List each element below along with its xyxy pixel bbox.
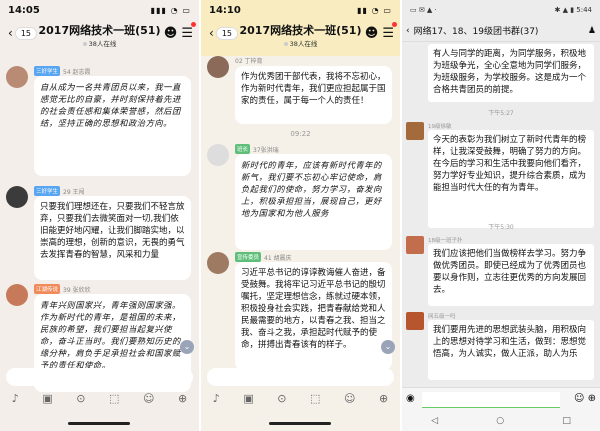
member-tag: 三好学生 (34, 186, 61, 196)
message-bubble[interactable]: 有人与同学的距离，为同学服务，积极地为班级争光，全心全意地为同学们服务，为班级服… (428, 44, 594, 102)
message-bubble[interactable]: 习近平总书记的谆谆教诲催人奋进，备受鼓舞。我将牢记习近平总书记的殷切嘱托，坚定理… (235, 262, 392, 370)
message-item: 网五级一吗 我们要用先进的思想武装头脑，用积极向上的思想对待学习和生活，做到：思… (406, 312, 594, 380)
status-icons: ▮▮▮ ◔ ▭ (150, 5, 191, 15)
message-item: 18级一班子扑 我们应该把他们当做榜样去学习。努力争做优秀团员。即使已经成为了优… (406, 236, 594, 308)
avatar[interactable] (207, 252, 229, 274)
avatar[interactable] (6, 284, 28, 306)
message-bubble[interactable]: 今天的表彰为我们树立了新时代青年的榜样，让我深受鼓舞，明确了努力的方向。在今后的… (428, 130, 594, 228)
red-packet-icon[interactable]: ⬚ (310, 392, 320, 405)
status-bar: 14:05 ▮▮▮ ◔ ▭ (0, 0, 199, 20)
status-bar: ▭ ✉ ▲ · ✱ ▲ ▮ 5:44 (402, 0, 600, 20)
status-right-icons: ✱ ▲ ▮ 5:44 (554, 6, 593, 14)
online-count: 38人在线 (289, 40, 318, 48)
notification-dot (191, 22, 196, 27)
message-item: 有人与同学的距离，为同学服务，积极地为班级争光，全心全意地为同学们服务，为班级服… (406, 44, 594, 104)
status-time: 14:05 (8, 4, 40, 16)
message-input[interactable] (6, 368, 193, 386)
sender-name: 41 胡晨庆 (264, 254, 292, 262)
message-item: 三好学生 54 赵志霞 自从成为一名共青团员以来，我一直感觉无比的自豪，并时刻保持… (6, 66, 191, 178)
red-packet-icon[interactable]: ⬚ (109, 392, 119, 405)
member-tag: 宣传委员 (235, 252, 262, 262)
online-dot-icon (283, 42, 288, 46)
plus-icon[interactable]: ⊕ (379, 392, 388, 405)
message-bubble[interactable]: 我们应该把他们当做榜样去学习。努力争做优秀团员。即使已经成为了优秀团员也要以身作… (428, 244, 594, 306)
message-bubble[interactable]: 只要我们理想还在，只要我们不轻言放弃，只要我们去微笑面对一切,我们依旧能更好地闪… (34, 196, 191, 280)
back-arrow-icon[interactable]: ‹ (406, 26, 410, 36)
phone-screen-1: 14:05 ▮▮▮ ◔ ▭ ‹ 15 2017网络技术一班(51) 38人在线 … (0, 0, 199, 431)
sender-name: 网五级一吗 (428, 314, 456, 320)
online-dot-icon (82, 42, 87, 46)
camera-icon[interactable]: ⊙ (277, 392, 286, 405)
home-indicator (269, 422, 331, 425)
sender-name: 29 王闯 (63, 188, 85, 196)
message-item: 02 丁梓育 作为优秀团干部代表，我将不忘初心，作为新时代青年，我们更应担起属于… (207, 56, 392, 124)
camera-icon[interactable]: ⊙ (76, 392, 85, 405)
chat-header: ‹ 15 2017网络技术一班(51) 38人在线 ☻ ☰ (201, 20, 400, 56)
member-tag: 江湖传说 (34, 284, 61, 294)
home-indicator (68, 422, 130, 425)
message-bubble[interactable]: 作为优秀团干部代表，我将不忘初心，作为新时代青年，我们更应担起属于国家的责任，属… (235, 66, 392, 124)
phone-screen-3: ▭ ✉ ▲ · ✱ ▲ ▮ 5:44 ‹ 网络17、18、19级团书群(37) … (402, 0, 600, 431)
message-input[interactable] (422, 392, 560, 408)
message-bubble[interactable]: 自从成为一名共青团员以来，我一直感觉无比的自豪，并时刻保持着先进的社会责任感和集… (34, 76, 191, 176)
emoji-plus-icons[interactable]: ☺ ⊕ (574, 393, 596, 404)
message-item: 三好学生 29 王闯 只要我们理想还在，只要我们不轻言放弃，只要我们去微笑面对一切… (6, 186, 191, 280)
avatar[interactable] (406, 236, 424, 254)
voice-toggle-icon[interactable]: ◉ (406, 393, 415, 404)
image-icon[interactable]: ▣ (243, 392, 253, 405)
cat-icon[interactable]: ☻ (365, 26, 379, 41)
menu-icon[interactable]: ☰ (181, 26, 193, 41)
nav-back-icon[interactable]: ◁ (431, 416, 438, 426)
online-count: 38人在线 (88, 40, 117, 48)
member-tag: 三好学生 (34, 66, 61, 76)
message-item: 宣传委员 41 胡晨庆 习近平总书记的谆谆教诲催人奋进，备受鼓舞。我将牢记习近平总… (207, 252, 392, 372)
system-nav-bar: ◁ ○ □ (402, 411, 600, 431)
scroll-down-icon[interactable]: ⌄ (180, 340, 194, 354)
input-bar: ◉ ☺ ⊕ (402, 387, 600, 411)
message-item: 19级徐敏 今天的表彰为我们树立了新时代青年的榜样，让我深受鼓舞，明确了努力的方… (406, 122, 594, 228)
emoji-icon[interactable]: ☺ (344, 392, 355, 405)
timestamp: 下午5:30 (488, 224, 514, 231)
notification-dot (392, 22, 397, 27)
chat-header: ‹ 网络17、18、19级团书群(37) ♟ (402, 20, 600, 42)
group-title: 网络17、18、19级团书群(37) (413, 27, 539, 37)
sender-name: 54 赵志霞 (63, 68, 91, 76)
timestamp: 09:22 (290, 130, 311, 138)
avatar[interactable] (6, 186, 28, 208)
sender-name: 39 张欣欣 (63, 286, 91, 294)
status-icons: ▮▮ ◔ ▭ (357, 5, 392, 15)
nav-recents-icon[interactable]: □ (562, 416, 571, 426)
avatar[interactable] (207, 56, 229, 78)
message-input[interactable] (207, 368, 394, 386)
status-time: 14:10 (209, 4, 241, 16)
status-left-icons: ▭ ✉ ▲ · (410, 6, 437, 14)
plus-icon[interactable]: ⊕ (178, 392, 187, 405)
menu-icon[interactable]: ☰ (382, 26, 394, 41)
sender-name: 19级徐敏 (428, 124, 452, 130)
sender-name: 18级一班子扑 (428, 238, 463, 244)
message-bubble[interactable]: 我们要用先进的思想武装头脑，用积极向上的思想对待学习和生活，做到：思想觉悟高，为… (428, 320, 594, 380)
avatar[interactable] (406, 312, 424, 330)
input-toolbar: ♪ ▣ ⊙ ⬚ ☺ ⊕ (201, 392, 400, 405)
sender-name: 02 丁梓育 (235, 58, 263, 65)
cat-icon[interactable]: ☻ (164, 26, 178, 41)
avatar[interactable] (207, 144, 229, 166)
voice-icon[interactable]: ♪ (213, 392, 220, 405)
input-toolbar: ♪ ▣ ⊙ ⬚ ☺ ⊕ (0, 392, 199, 405)
profile-icon[interactable]: ♟ (588, 26, 596, 36)
timestamp: 下午5:27 (488, 110, 514, 117)
voice-icon[interactable]: ♪ (12, 392, 19, 405)
member-tag: 班长 (235, 144, 251, 154)
image-icon[interactable]: ▣ (42, 392, 52, 405)
nav-home-icon[interactable]: ○ (496, 416, 504, 426)
scroll-down-icon[interactable]: ⌄ (381, 340, 395, 354)
phone-screen-2: 14:10 ▮▮ ◔ ▭ ‹ 15 2017网络技术一班(51) 38人在线 ☻… (201, 0, 400, 431)
avatar[interactable] (406, 122, 424, 140)
sender-name: 37张洪瑞 (253, 146, 279, 154)
status-bar: 14:10 ▮▮ ◔ ▭ (201, 0, 400, 20)
message-bubble[interactable]: 新时代的青年，应该有新时代青年的新气，我们要不忘初心牢记使命，肩负起我们的使命，… (235, 154, 392, 250)
chat-header: ‹ 15 2017网络技术一班(51) 38人在线 ☻ ☰ (0, 20, 199, 56)
emoji-icon[interactable]: ☺ (143, 392, 154, 405)
avatar[interactable] (6, 66, 28, 88)
